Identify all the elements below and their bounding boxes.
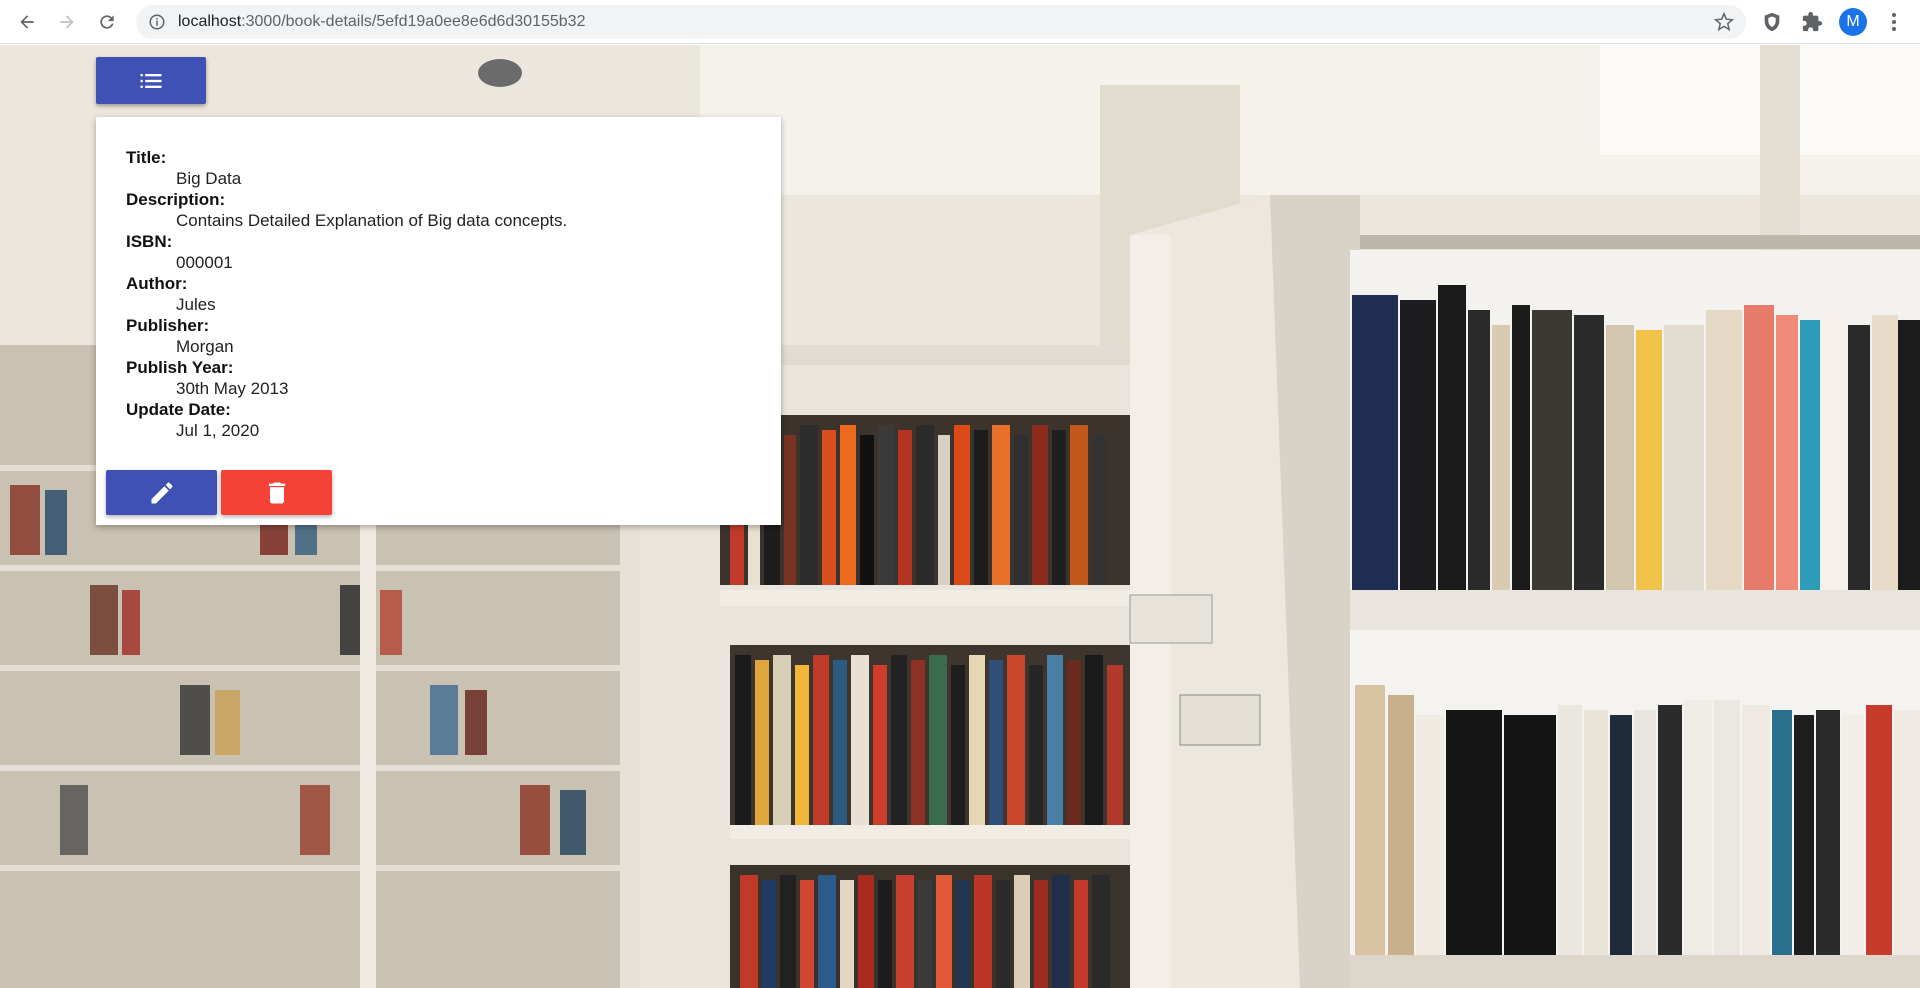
list-icon <box>140 73 162 88</box>
update-date-label: Update Date: <box>126 400 231 419</box>
bookmark-star-icon[interactable] <box>1714 12 1734 32</box>
edit-book-button[interactable] <box>106 470 217 515</box>
arrow-left-icon <box>20 15 34 29</box>
arrow-right-icon <box>60 15 74 29</box>
url-path: :3000/book-details/5efd19a0ee8e6d6d30155… <box>241 13 586 30</box>
isbn-value: 000001 <box>176 253 233 272</box>
update-date-value: Jul 1, 2020 <box>176 421 260 440</box>
title-value: Big Data <box>176 169 242 188</box>
author-label: Author: <box>126 274 188 293</box>
author-value: Jules <box>176 295 216 314</box>
description-value: Contains Detailed Explanation of Big dat… <box>176 211 568 230</box>
forward-button[interactable] <box>52 7 82 37</box>
publisher-label: Publisher: <box>126 316 210 335</box>
extensions-button[interactable] <box>1800 10 1824 34</box>
pencil-icon <box>151 481 173 503</box>
address-bar[interactable]: localhost:3000/book-details/5efd19a0ee8e… <box>136 5 1746 39</box>
reload-button[interactable] <box>92 7 122 37</box>
browser-toolbar: localhost:3000/book-details/5efd19a0ee8e… <box>0 0 1920 44</box>
profile-avatar[interactable]: M <box>1839 8 1867 36</box>
trash-icon <box>268 482 285 503</box>
back-button[interactable] <box>12 7 42 37</box>
book-details-card: Title: Big Data Description: Contains De… <box>96 117 781 525</box>
more-vert-icon[interactable] <box>1882 10 1906 34</box>
publish-year-label: Publish Year: <box>126 358 234 377</box>
shield-icon <box>1764 12 1780 32</box>
title-label: Title: <box>126 148 167 167</box>
url-text[interactable]: localhost:3000/book-details/5efd19a0ee8e… <box>178 5 585 39</box>
extension-shield[interactable] <box>1760 10 1784 34</box>
book-list-button[interactable] <box>96 57 206 104</box>
isbn-label: ISBN: <box>126 232 173 251</box>
url-host: localhost <box>178 13 242 30</box>
publish-year-value: 30th May 2013 <box>176 379 289 398</box>
description-label: Description: <box>126 190 226 209</box>
page-viewport: Title: Big Data Description: Contains De… <box>0 45 1920 988</box>
info-icon[interactable] <box>148 13 166 31</box>
reload-icon <box>100 15 114 29</box>
delete-book-button[interactable] <box>221 470 332 515</box>
publisher-value: Morgan <box>176 337 234 356</box>
book-fields: Title: Big Data Description: Contains De… <box>126 147 766 441</box>
puzzle-icon <box>1802 11 1823 32</box>
